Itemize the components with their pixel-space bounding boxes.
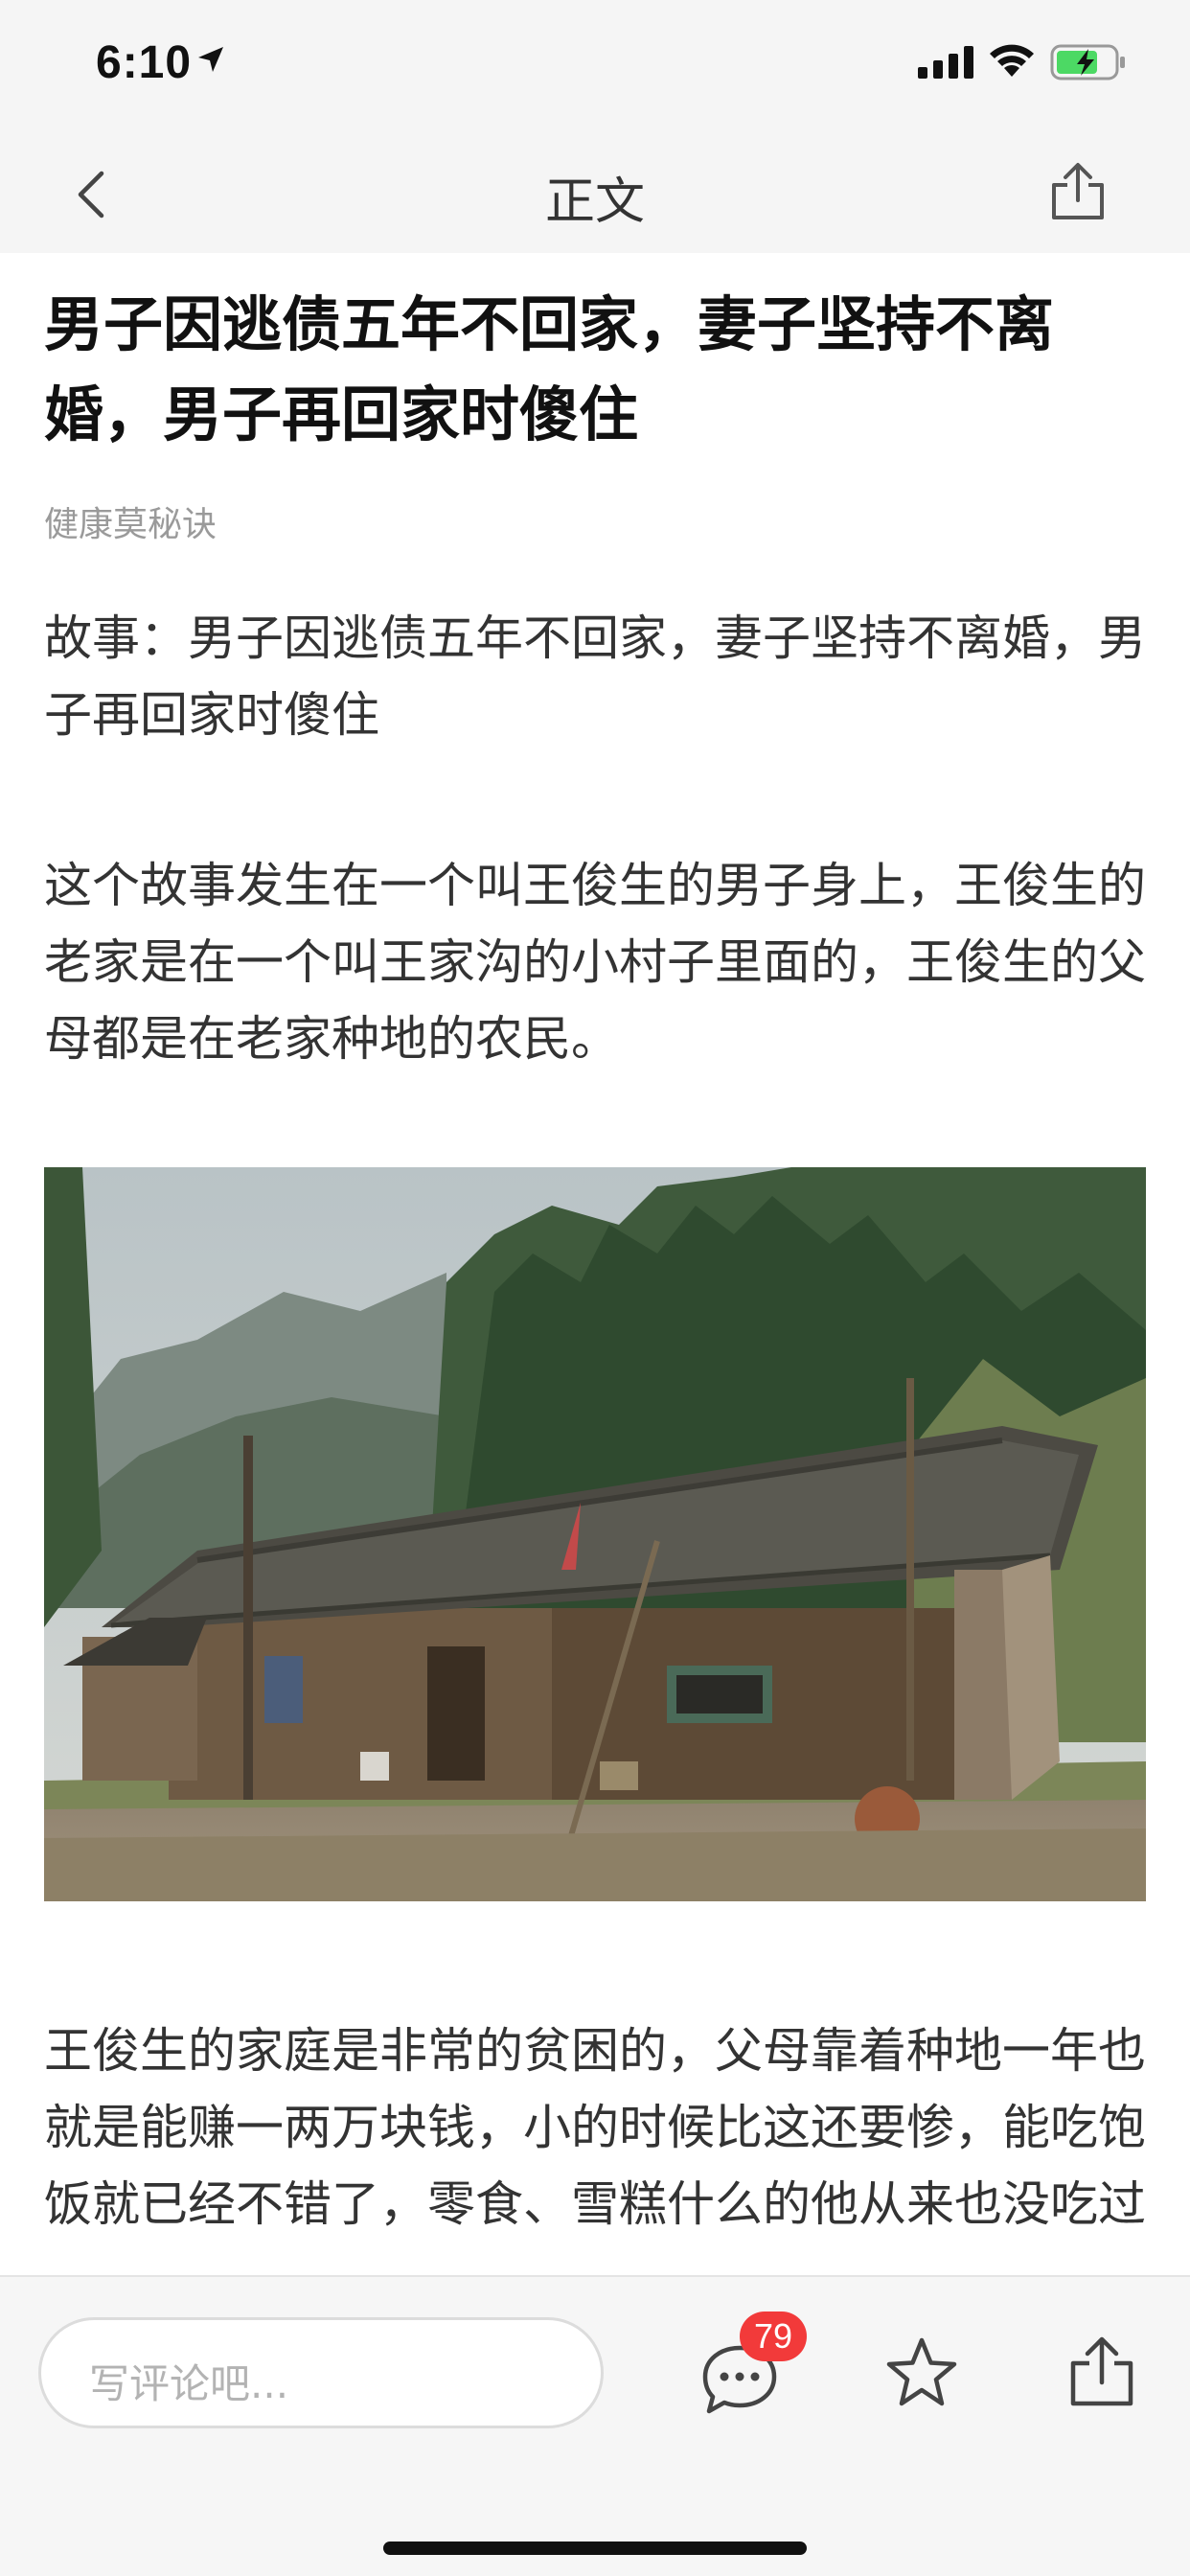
article-content[interactable]: 男子因逃债五年不回家，妻子坚持不离婚，男子再回家时傻住 健康莫秘诀 故事：男子因…: [0, 253, 1190, 2275]
battery-charging-icon: [1050, 44, 1125, 80]
favorite-button[interactable]: [880, 2327, 964, 2419]
comment-input[interactable]: 写评论吧...: [38, 2317, 604, 2428]
status-time: 6:10: [96, 37, 193, 88]
article-paragraph: 故事：男子因逃债五年不回家，妻子坚持不离婚，男子再回家时傻住: [44, 610, 1146, 743]
comment-placeholder: 写评论吧...: [89, 2360, 289, 2407]
article-paragraph: 王俊生的家庭是非常的贫困的，父母靠着种地一年也就是能赚一两万块钱，小的时候比这还…: [44, 2023, 1146, 2232]
share-button[interactable]: [1060, 2323, 1144, 2419]
village-house-photo: [44, 1167, 1146, 1901]
wifi-icon: [990, 44, 1034, 77]
nav-share-button[interactable]: [1044, 155, 1111, 228]
location-arrow-icon: [198, 47, 223, 72]
signal-icon: [918, 46, 973, 79]
page-title: 正文: [544, 173, 645, 231]
share-icon: [1052, 163, 1104, 219]
star-icon: [886, 2337, 957, 2406]
comment-count-badge: 79: [740, 2312, 807, 2361]
article-image[interactable]: [44, 1167, 1146, 1901]
bottom-toolbar: 写评论吧... 79: [0, 2275, 1190, 2576]
article-title: 男子因逃债五年不回家，妻子坚持不离婚，男子再回家时傻住: [44, 289, 1055, 449]
home-indicator[interactable]: [383, 2542, 807, 2555]
share-icon: [1070, 2336, 1133, 2406]
article-source[interactable]: 健康莫秘诀: [44, 496, 217, 546]
status-bar: 6:10: [0, 0, 1190, 134]
article-paragraph: 这个故事发生在一个叫王俊生的男子身上，王俊生的老家是在一个叫王家沟的小村子里面的…: [44, 858, 1146, 1067]
nav-bar: 正文: [0, 134, 1190, 253]
